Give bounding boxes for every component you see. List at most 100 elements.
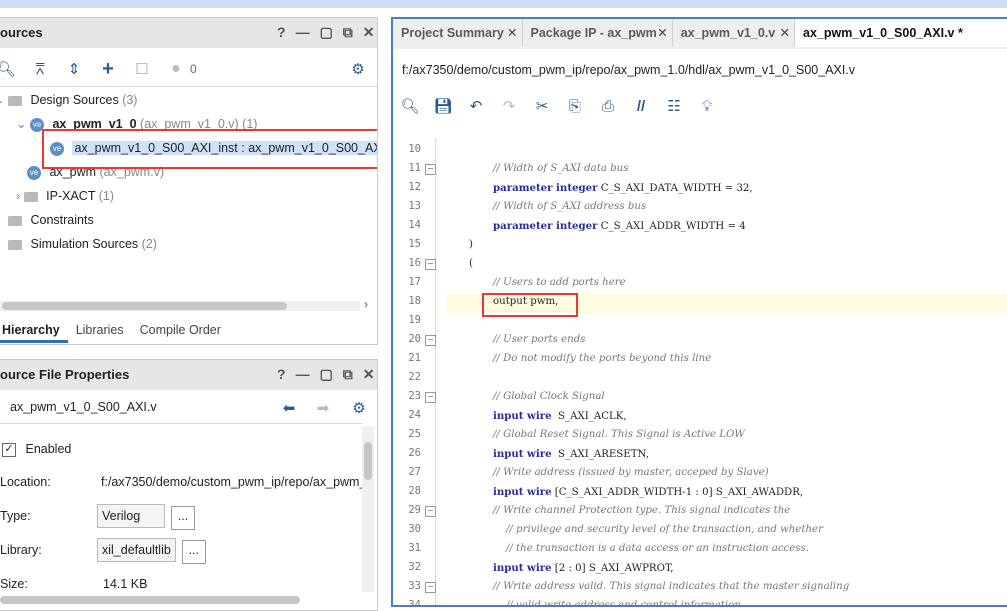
type-field[interactable]: Verilog <box>97 504 165 528</box>
forward-arrow-icon[interactable]: ➡ <box>313 398 333 418</box>
v-scrollbar-thumb[interactable] <box>364 442 372 480</box>
undo-icon[interactable]: ↶ <box>466 96 486 116</box>
comment-icon[interactable]: // <box>631 96 651 116</box>
close-tab-icon[interactable]: ✕ <box>507 19 517 47</box>
status-count: 0 <box>190 62 197 76</box>
maximize-icon[interactable]: ▢ <box>320 24 333 41</box>
tab-ax-pwm-s00-axi[interactable]: ax_pwm_v1_0_S00_AXI.v * <box>795 19 1007 47</box>
h-scrollbar-thumb[interactable] <box>2 302 287 310</box>
tree-constraints[interactable]: Constraints <box>8 210 94 230</box>
library-browse-button[interactable]: ... <box>181 540 206 564</box>
close-tab-icon[interactable]: ✕ <box>657 19 667 47</box>
tree-ip-xact[interactable]: › IP-XACT (1) <box>16 186 114 206</box>
code-keyword: parameter integer <box>493 220 598 232</box>
enabled-row: ✓ Enabled <box>0 437 71 461</box>
add-sources-icon[interactable]: + <box>98 58 118 80</box>
line-number: 27 <box>408 466 421 478</box>
properties-titlebar: ource File Properties ? — ▢ ⧉ ✕ <box>0 360 377 390</box>
fold-icon[interactable]: − <box>425 506 436 517</box>
code-text: // Write address valid. This signal indi… <box>493 581 850 592</box>
line-number: 13 <box>408 200 421 212</box>
float-icon[interactable]: ⧉ <box>343 366 353 383</box>
gear-icon[interactable]: ⚙ <box>349 398 369 418</box>
line-number: 18 <box>408 295 421 307</box>
back-arrow-icon[interactable]: ⬅ <box>279 398 299 418</box>
tab-project-summary[interactable]: Project Summary ✕ <box>393 19 523 47</box>
location-row: Location: f:/ax7350/demo/custom_pwm_ip/r… <box>0 470 366 494</box>
help-icon[interactable]: ? <box>277 24 286 41</box>
code-text: S_AXI_ARESETN, <box>551 449 650 460</box>
search-icon[interactable]: 🔍︎ <box>400 96 420 116</box>
code-text: // Width of S_AXI data bus <box>493 163 629 174</box>
redo-icon[interactable]: ↷ <box>499 96 519 116</box>
code-text: // Users to add ports here <box>493 277 626 288</box>
lightbulb-icon[interactable]: 💡︎ <box>697 96 717 116</box>
collapse-all-icon[interactable]: ⩞ <box>30 59 50 79</box>
cut-icon[interactable]: ✂ <box>532 96 552 116</box>
fold-icon[interactable]: − <box>425 259 436 270</box>
enabled-checkbox[interactable]: ✓ <box>2 442 16 457</box>
type-row: Type: Verilog... <box>0 504 195 530</box>
properties-window-controls: ? — ▢ ⧉ ✕ <box>277 366 375 383</box>
help-icon[interactable]: ? <box>277 366 286 383</box>
line-number: 22 <box>408 371 421 383</box>
search-icon[interactable]: 🔍︎ <box>0 59 16 79</box>
tab-libraries[interactable]: Libraries <box>68 317 132 343</box>
maximize-icon[interactable]: ▢ <box>320 366 333 383</box>
code-line: // Width of S_AXI data bus <box>493 163 628 174</box>
properties-icon[interactable]: ☐ <box>132 59 152 79</box>
code-text: ( <box>469 258 473 269</box>
line-number: 26 <box>408 447 421 459</box>
code-line: // Global Clock Signal <box>493 391 605 402</box>
line-number: 25 <box>408 428 421 440</box>
close-icon[interactable]: ✕ <box>363 24 375 41</box>
fold-icon[interactable]: − <box>425 582 436 593</box>
column-icon[interactable]: ☷ <box>664 96 684 116</box>
tab-hierarchy[interactable]: Hierarchy <box>0 317 68 343</box>
copy-icon[interactable]: ⎘ <box>565 96 585 116</box>
fold-icon[interactable]: − <box>425 335 436 346</box>
tab-compile-order[interactable]: Compile Order <box>132 317 229 343</box>
fold-icon[interactable]: − <box>425 164 436 175</box>
code-text: C_S_AXI_DATA_WIDTH = 32, <box>597 183 753 194</box>
code-area[interactable]: 10 11−// Width of S_AXI data bus 12 paramet… <box>393 139 1007 605</box>
tree-design-sources[interactable]: ⌄ Design Sources (3) <box>0 90 137 110</box>
v-scrollbar[interactable] <box>362 426 374 592</box>
line-number: 21 <box>408 352 421 364</box>
close-icon[interactable]: ✕ <box>363 366 375 383</box>
sources-window-controls: ? — ▢ ⧉ ✕ <box>277 24 375 41</box>
folder-icon <box>23 191 38 202</box>
type-browse-button[interactable]: ... <box>171 506 195 530</box>
float-icon[interactable]: ⧉ <box>343 24 353 41</box>
code-line: // User ports ends <box>493 334 585 345</box>
tab-ax-pwm-v1-0[interactable]: ax_pwm_v1_0.v ✕ <box>672 19 795 47</box>
minimize-icon[interactable]: — <box>296 366 310 383</box>
code-line: input wire S_AXI_ACLK, <box>493 410 627 422</box>
fold-icon[interactable]: − <box>425 392 436 403</box>
paste-icon[interactable]: ⎙ <box>598 96 618 116</box>
close-tab-icon[interactable]: ✕ <box>780 19 790 47</box>
save-icon[interactable]: 💾︎ <box>433 96 453 116</box>
h-scrollbar[interactable] <box>0 301 360 311</box>
top-strip <box>0 0 1007 8</box>
code-line: // Global Reset Signal. This Signal is A… <box>493 429 745 440</box>
chevron-right-icon[interactable]: › <box>16 189 20 203</box>
highlight-box <box>42 129 377 169</box>
code-text: // valid write address and control infor… <box>493 600 745 607</box>
editor-toolbar: 🔍︎ 💾︎ ↶ ↷ ✂ ⎘ ⎙ // ☷ 💡︎ <box>400 91 1007 121</box>
minimize-icon[interactable]: — <box>296 24 310 41</box>
line-number: 24 <box>408 409 421 421</box>
line-number: 28 <box>408 485 421 497</box>
folder-icon <box>8 239 22 250</box>
chevron-down-icon[interactable]: ⌄ <box>0 93 4 107</box>
gear-icon[interactable]: ⚙ <box>348 59 368 79</box>
expand-all-icon[interactable]: ⇕ <box>64 59 84 79</box>
sources-panel: ources ? — ▢ ⧉ ✕ 🔍︎ ⩞ ⇕ + ☐ ● 0 ⚙ ⌄ Desi… <box>0 17 378 345</box>
library-field[interactable]: xil_defaultlib <box>97 538 176 562</box>
chevron-down-icon[interactable]: ⌄ <box>16 117 26 131</box>
tab-package-ip[interactable]: Package IP - ax_pwm ✕ <box>522 19 673 47</box>
scroll-right-icon[interactable]: › <box>364 297 368 311</box>
sources-titlebar: ources ? — ▢ ⧉ ✕ <box>0 18 377 48</box>
line-number: 33 <box>408 580 421 592</box>
tree-simulation-sources[interactable]: Simulation Sources (2) <box>8 234 157 254</box>
